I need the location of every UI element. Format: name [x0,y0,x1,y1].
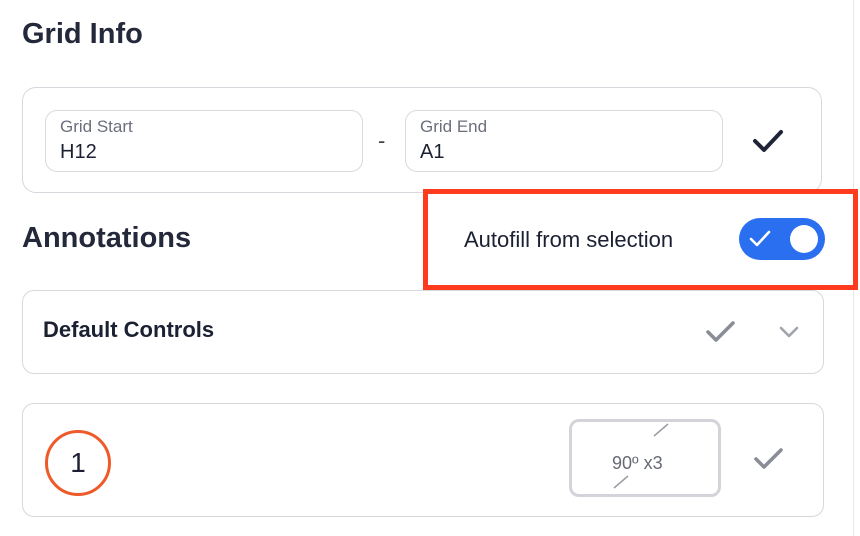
annotation-item: 1 90º x3 [22,403,824,517]
grid-start-value[interactable]: H12 [60,141,348,164]
check-icon[interactable] [705,319,737,345]
check-icon[interactable] [753,446,785,472]
default-controls-card[interactable]: Default Controls [22,290,824,374]
annotation-number: 1 [45,430,111,496]
grid-start-field[interactable]: Grid Start H12 [45,110,363,172]
grid-info-card: Grid Start H12 - Grid End A1 [22,87,822,193]
rotation-label: 90º x3 [612,453,663,473]
range-separator: - [378,128,386,153]
grid-end-value[interactable]: A1 [420,141,708,164]
grid-end-label: Grid End [420,117,488,136]
grid-start-label: Grid Start [60,117,133,136]
check-icon[interactable] [751,126,785,156]
chevron-down-icon[interactable] [779,325,799,339]
default-controls-label: Default Controls [43,317,215,342]
autofill-toggle[interactable] [739,218,825,260]
rotation-button[interactable]: 90º x3 [569,419,721,497]
grid-end-field[interactable]: Grid End A1 [405,110,723,172]
toggle-knob [790,225,818,253]
annotations-heading: Annotations [22,222,192,254]
grid-info-heading: Grid Info [22,18,143,50]
autofill-label: Autofill from selection [464,227,674,252]
toggle-check-icon [749,230,771,247]
